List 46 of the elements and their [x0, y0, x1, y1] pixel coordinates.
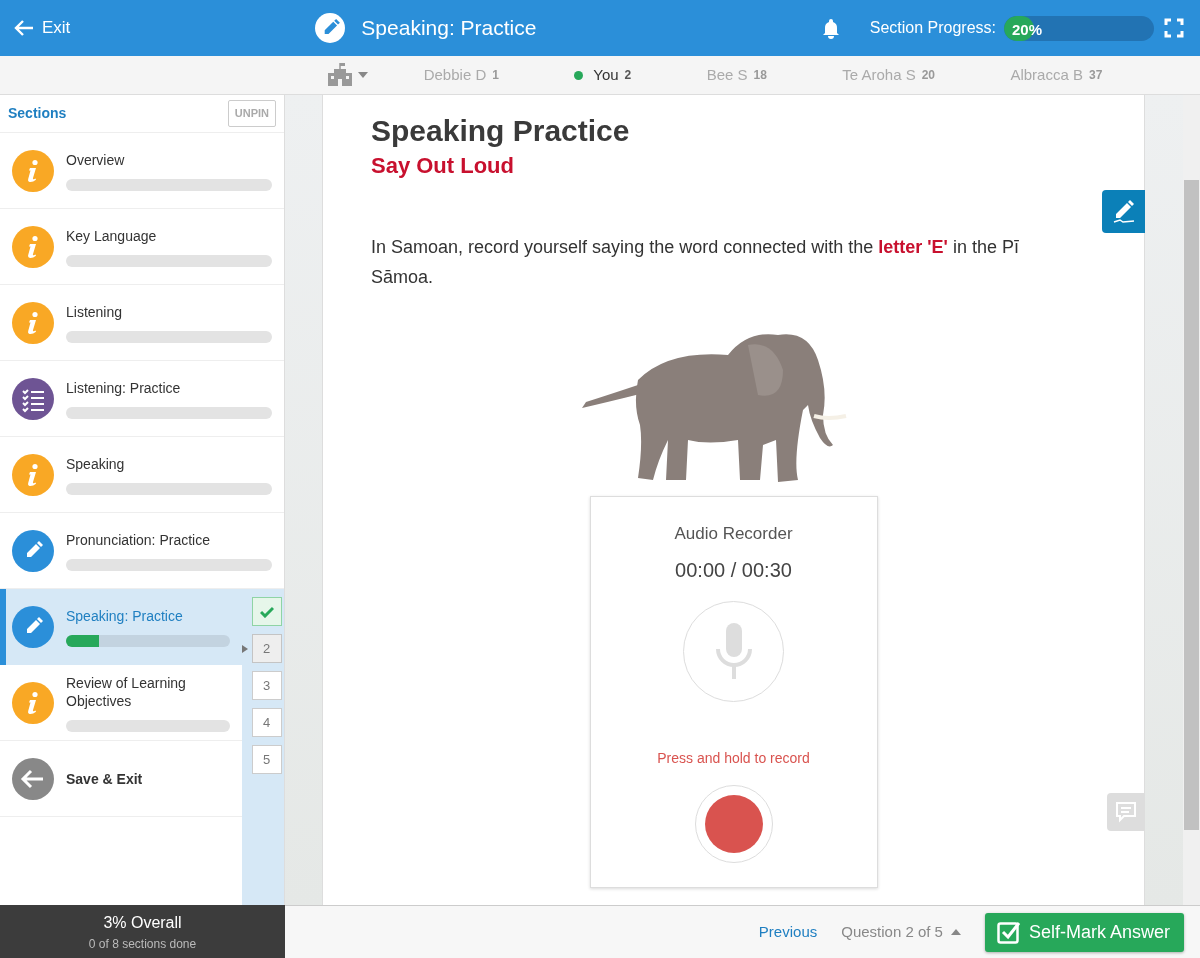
previous-link[interactable]: Previous	[758, 920, 818, 944]
checkmark-icon	[259, 605, 274, 618]
caret-icon	[950, 929, 961, 935]
leaderboard-entry: Debbie D 1	[423, 64, 499, 85]
annotate-button[interactable]	[1102, 190, 1145, 233]
leaderboard-entry: Bee S 18	[706, 64, 767, 85]
question-button[interactable]: 2	[251, 634, 282, 663]
record-hint: Press and hold to record	[657, 748, 810, 768]
caret-icon[interactable]	[358, 72, 368, 78]
progress-value: 20%	[1012, 19, 1043, 40]
checkbox-icon	[996, 920, 1021, 944]
sections-done: 0 of 8 sections done	[88, 935, 197, 953]
fullscreen-icon[interactable]	[1164, 18, 1184, 38]
page-title: Speaking: Practice	[361, 15, 537, 42]
exit-button[interactable]: Exit	[0, 15, 71, 41]
sidebar-title: Sections	[8, 104, 67, 123]
self-mark-button[interactable]: Self-Mark Answer	[984, 912, 1184, 952]
recorder-title: Audio Recorder	[674, 523, 793, 545]
question-selector[interactable]: Question 2 of 5	[841, 920, 961, 944]
info-icon	[12, 225, 54, 268]
info-icon	[12, 453, 54, 496]
info-icon	[12, 301, 54, 344]
info-icon	[12, 681, 54, 724]
comment-icon	[1115, 801, 1137, 823]
info-icon	[12, 149, 54, 192]
pencil-icon	[12, 606, 54, 648]
recorder-time: 00:00 / 00:30	[675, 557, 792, 583]
overall-summary: 3% Overall	[103, 912, 182, 933]
progress-label: Section Progress:	[869, 18, 996, 38]
sidebar-item[interactable]: Speaking: Practice	[0, 589, 242, 665]
content-title: Speaking Practice	[371, 113, 631, 149]
question-button[interactable]: 4	[251, 708, 282, 737]
pencil-icon	[12, 529, 54, 572]
pencil-icon	[315, 13, 346, 43]
content-subtitle: Say Out Loud	[371, 152, 515, 180]
leaderboard-entry: Te Aroha S 20	[842, 64, 936, 85]
question-button[interactable]: 3	[251, 671, 282, 700]
checklist-icon	[12, 377, 54, 420]
back-arrow-icon	[14, 19, 34, 37]
school-building-icon[interactable]	[326, 63, 354, 87]
question-button[interactable]	[251, 597, 282, 626]
microphone-icon	[713, 623, 754, 679]
prompt-text: In Samoan, record yourself saying the word connected with the letter 'E' in the Pī Sāmoa.	[371, 236, 1020, 289]
question-button[interactable]: 5	[251, 745, 282, 774]
leaderboard-entry: You 2	[574, 63, 632, 87]
leaderboard-entry: Albracca B 37	[1010, 64, 1103, 85]
